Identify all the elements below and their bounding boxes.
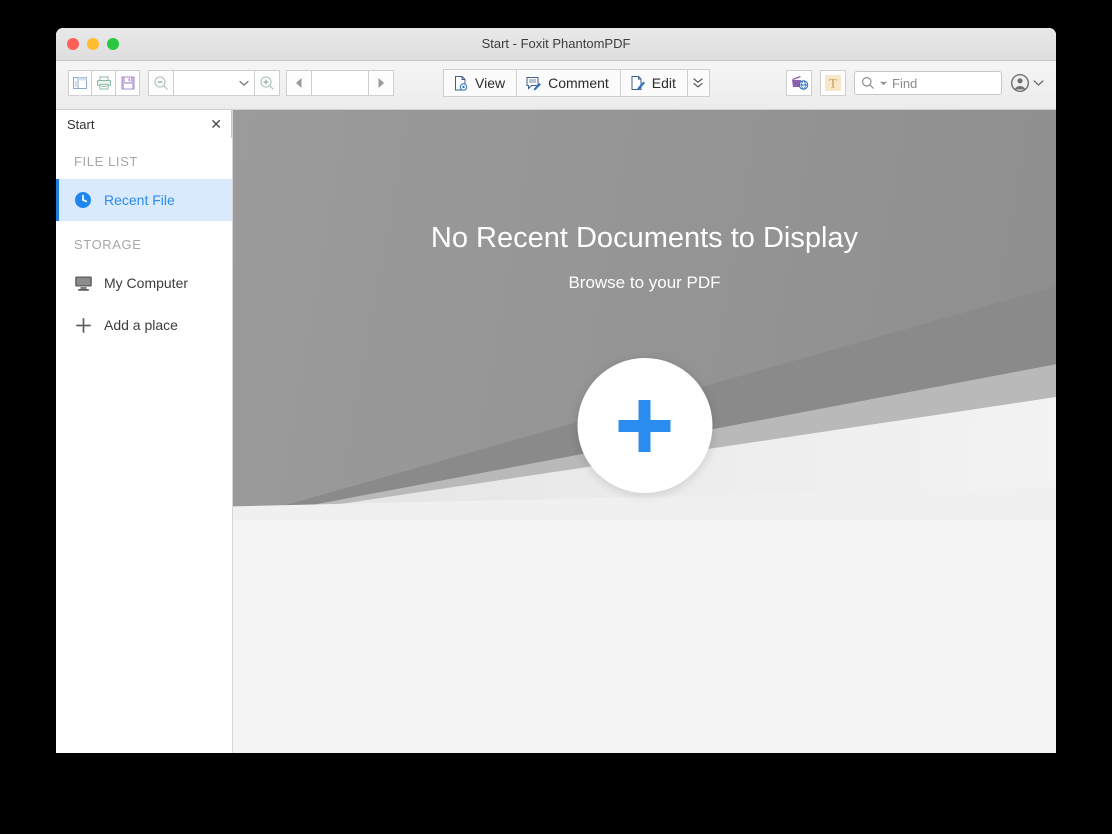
page-navigation-group — [286, 70, 394, 96]
view-mode-button[interactable]: View — [443, 69, 517, 97]
comment-icon — [525, 75, 542, 92]
find-options-dropdown-icon[interactable] — [879, 80, 888, 87]
sidebar: Start ✕ FILE LIST Recent File — [56, 110, 233, 753]
edit-icon — [629, 75, 646, 92]
tab-start-label: Start — [67, 117, 94, 132]
triangle-left-icon — [294, 77, 304, 89]
view-icon — [452, 75, 469, 92]
search-icon — [861, 76, 875, 90]
sidebar-item-my-computer-label: My Computer — [104, 275, 188, 291]
main-toolbar: View Comment — [56, 61, 1056, 110]
tab-strip: Start ✕ — [56, 110, 232, 138]
right-tools-group: T Find — [786, 70, 1044, 96]
sidebar-item-my-computer[interactable]: My Computer — [56, 262, 232, 304]
sidebar-item-recent-file-label: Recent File — [104, 192, 175, 208]
plus-icon — [74, 316, 96, 335]
text-tool-icon: T — [824, 74, 842, 92]
zoom-out-button[interactable] — [148, 70, 174, 96]
find-placeholder-label: Find — [892, 76, 917, 91]
zoom-controls-group — [148, 70, 280, 96]
print-button[interactable] — [92, 70, 116, 96]
mode-buttons-group: View Comment — [443, 69, 710, 97]
text-tool-button[interactable]: T — [820, 70, 846, 96]
more-modes-button[interactable] — [688, 69, 710, 97]
zoom-level-input[interactable] — [174, 70, 254, 96]
hero-banner: No Recent Documents to Display Browse to… — [233, 110, 1056, 520]
view-mode-label: View — [475, 75, 505, 91]
share-web-button[interactable] — [786, 70, 812, 96]
share-web-icon — [790, 74, 809, 92]
comment-mode-button[interactable]: Comment — [517, 69, 621, 97]
find-input[interactable]: Find — [854, 71, 1002, 95]
clock-icon — [74, 191, 96, 209]
window-title: Start - Foxit PhantomPDF — [56, 28, 1056, 59]
document-tools-group — [68, 70, 140, 96]
zoom-in-button[interactable] — [254, 70, 280, 96]
triangle-right-icon — [376, 77, 386, 89]
sidebar-item-add-a-place-label: Add a place — [104, 317, 178, 333]
svg-text:T: T — [829, 76, 837, 91]
zoom-in-icon — [259, 75, 276, 92]
sidebar-item-add-a-place[interactable]: Add a place — [56, 304, 232, 346]
file-list-empty-area — [233, 520, 1056, 753]
account-button[interactable] — [1010, 73, 1044, 93]
section-header-storage: STORAGE — [56, 221, 232, 262]
save-floppy-icon — [120, 75, 136, 91]
section-header-file-list: FILE LIST — [56, 138, 232, 179]
page-thumbnail-panel-button[interactable] — [68, 70, 92, 96]
printer-icon — [96, 75, 112, 91]
account-avatar-icon — [1010, 73, 1030, 93]
sidebar-item-recent-file[interactable]: Recent File — [56, 179, 232, 221]
title-bar: Start - Foxit PhantomPDF — [56, 28, 1056, 61]
close-icon[interactable]: ✕ — [210, 117, 222, 131]
zoom-out-icon — [153, 75, 170, 92]
empty-state-subtitle: Browse to your PDF — [233, 273, 1056, 293]
add-document-button[interactable] — [577, 358, 712, 493]
double-chevron-down-icon — [692, 76, 704, 90]
save-button[interactable] — [116, 70, 140, 96]
application-window: Start - Foxit PhantomPDF — [56, 28, 1056, 753]
chevron-down-icon — [1033, 79, 1044, 87]
plus-icon-vertical-bar — [639, 400, 651, 452]
previous-page-button[interactable] — [286, 70, 312, 96]
window-body: Start ✕ FILE LIST Recent File — [56, 110, 1056, 753]
monitor-icon — [74, 275, 96, 292]
empty-state-text: No Recent Documents to Display Browse to… — [233, 222, 1056, 293]
tab-start[interactable]: Start ✕ — [56, 110, 232, 138]
page-number-input[interactable] — [312, 70, 368, 96]
next-page-button[interactable] — [368, 70, 394, 96]
panel-icon — [72, 75, 88, 91]
chevron-down-icon — [239, 74, 249, 92]
main-content: No Recent Documents to Display Browse to… — [233, 110, 1056, 753]
edit-mode-button[interactable]: Edit — [621, 69, 688, 97]
comment-mode-label: Comment — [548, 75, 609, 91]
empty-state-title: No Recent Documents to Display — [233, 222, 1056, 255]
edit-mode-label: Edit — [652, 75, 676, 91]
desktop-background: Start - Foxit PhantomPDF — [0, 0, 1112, 834]
